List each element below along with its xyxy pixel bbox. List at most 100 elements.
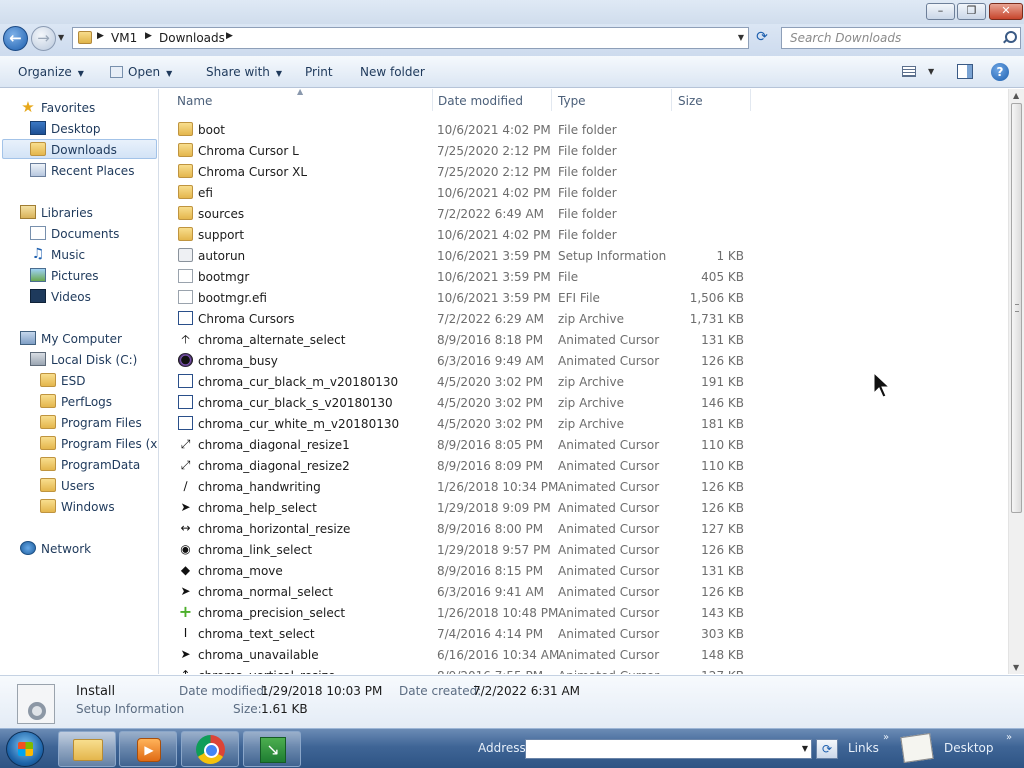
column-header-date-modified[interactable]: Date modified <box>438 94 523 108</box>
nav-esd[interactable]: ESD <box>40 371 155 391</box>
open-button[interactable]: Open ▼ <box>110 65 172 79</box>
breadcrumb-downloads[interactable]: Downloads <box>159 31 225 45</box>
file-row[interactable]: sources 7/2/2022 6:49 AM File folder <box>173 203 753 224</box>
breadcrumb-separator-icon[interactable]: ▶ <box>145 31 152 41</box>
taskbar-go-button[interactable]: ⟳ <box>816 739 838 759</box>
column-divider[interactable] <box>551 89 552 111</box>
nav-program-files-x86[interactable]: Program Files (x86 <box>40 434 158 454</box>
column-divider[interactable] <box>671 89 672 111</box>
chevron-double-right-icon[interactable]: » <box>1006 732 1012 743</box>
preview-pane-icon[interactable] <box>957 64 973 79</box>
file-row[interactable]: ∕ chroma_handwriting 1/26/2018 10:34 PM Ani… <box>173 476 753 497</box>
print-button[interactable]: Print <box>305 65 333 79</box>
file-row[interactable]: bootmgr 10/6/2021 3:59 PM File 405 KB <box>173 266 753 287</box>
taskbar-media-player-button[interactable]: ▶ <box>119 731 177 767</box>
nav-favorites[interactable]: ★ Favorites <box>20 98 150 118</box>
file-row[interactable]: Ichroma_text_select 7/4/2016 4:14 PM Anima… <box>173 623 753 644</box>
file-row[interactable]: support 10/6/2021 4:02 PM File folder <box>173 224 753 245</box>
new-folder-button[interactable]: New folder <box>360 65 425 79</box>
scroll-up-icon[interactable]: ▲ <box>1013 91 1019 100</box>
nav-program-files[interactable]: Program Files <box>40 413 155 433</box>
file-row[interactable]: ↕ chroma_vertical_resize 8/9/2016 7:55 PM A… <box>173 665 753 674</box>
view-dropdown-icon[interactable]: ▼ <box>928 67 934 76</box>
column-header-type[interactable]: Type <box>558 94 586 108</box>
taskbar-installer-button[interactable]: ↘ <box>243 731 301 767</box>
nav-recent-places[interactable]: Recent Places <box>30 161 155 181</box>
file-row[interactable]: Chroma Cursor XL 7/25/2020 2:12 PM File fo… <box>173 161 753 182</box>
file-row[interactable]: ◉ chroma_link_select 1/29/2018 9:57 PM Anim… <box>173 539 753 560</box>
nav-programdata[interactable]: ProgramData <box>40 455 155 475</box>
nav-network[interactable]: Network <box>20 539 150 559</box>
address-dropdown-icon[interactable]: ▼ <box>738 33 744 42</box>
file-row[interactable]: Chroma Cursors 7/2/2022 6:29 AM zip Archiv… <box>173 308 753 329</box>
file-row[interactable]: chroma_cur_black_m_v20180130 4/5/2020 3:0… <box>173 371 753 392</box>
history-dropdown-icon[interactable]: ▼ <box>58 33 64 42</box>
address-bar[interactable]: ▶ VM1 ▶ Downloads ▶ ▼ <box>72 27 749 49</box>
nav-windows[interactable]: Windows <box>40 497 155 517</box>
refresh-button[interactable]: ⟳ <box>752 29 772 47</box>
breadcrumb-separator-icon[interactable]: ▶ <box>97 31 104 41</box>
taskbar-links-toolbar[interactable]: Links <box>848 741 879 755</box>
file-row[interactable]: ➤ chroma_help_select 1/29/2018 9:09 PM Anim… <box>173 497 753 518</box>
file-row[interactable]: ⤢ chroma_diagonal_resize2 8/9/2016 8:09 PM… <box>173 455 753 476</box>
taskbar-desktop-toolbar[interactable]: Desktop <box>944 741 994 755</box>
nav-desktop[interactable]: Desktop <box>30 119 155 139</box>
file-name: chroma_handwriting <box>198 480 321 494</box>
taskbar-explorer-button[interactable] <box>58 731 116 767</box>
file-row[interactable]: ➤ chroma_normal_select 6/3/2016 9:41 AM Ani… <box>173 581 753 602</box>
column-header-name[interactable]: Name <box>177 94 212 108</box>
file-row[interactable]: 🡡 chroma_alternate_select 8/9/2016 8:18 PM… <box>173 329 753 350</box>
file-row[interactable]: bootmgr.efi 10/6/2021 3:59 PM EFI File 1,50… <box>173 287 753 308</box>
column-divider[interactable] <box>432 89 433 111</box>
file-row[interactable]: chroma_cur_black_s_v20180130 4/5/2020 3:0… <box>173 392 753 413</box>
back-button[interactable]: ← <box>3 26 28 51</box>
share-with-button[interactable]: Share with ▼ <box>206 65 282 79</box>
nav-users[interactable]: Users <box>40 476 155 496</box>
help-icon[interactable]: ? <box>991 63 1009 81</box>
file-row[interactable]: ◆ chroma_move 8/9/2016 8:15 PM Animated Cur… <box>173 560 753 581</box>
nav-my-computer[interactable]: My Computer <box>20 329 155 349</box>
vertical-scrollbar[interactable]: ▲ ▼ <box>1008 89 1024 674</box>
file-row[interactable]: ⤢ chroma_diagonal_resize1 8/9/2016 8:05 PM… <box>173 434 753 455</box>
search-input[interactable]: Search Downloads <box>781 27 1021 49</box>
column-divider[interactable] <box>750 89 751 111</box>
breadcrumb-vm1[interactable]: VM1 <box>111 31 137 45</box>
chevron-double-right-icon[interactable]: » <box>883 732 889 743</box>
file-row[interactable]: efi 10/6/2021 4:02 PM File folder <box>173 182 753 203</box>
file-row[interactable]: autorun 10/6/2021 3:59 PM Setup Informatio… <box>173 245 753 266</box>
organize-button[interactable]: Organize ▼ <box>18 65 84 79</box>
file-size: 126 KB <box>701 354 744 368</box>
scroll-thumb[interactable] <box>1011 103 1022 513</box>
chevron-down-icon[interactable]: ▼ <box>802 744 808 753</box>
change-view-icon[interactable] <box>902 66 916 77</box>
libraries-icon <box>20 205 36 219</box>
forward-button[interactable]: → <box>31 26 56 51</box>
nav-libraries[interactable]: Libraries <box>20 203 150 223</box>
minimize-button[interactable]: – <box>926 3 955 20</box>
file-row[interactable]: chroma_busy 6/3/2016 9:49 AM Animated Curs… <box>173 350 753 371</box>
taskbar-address-input[interactable]: ▼ <box>525 739 812 759</box>
maximize-button[interactable]: ❐ <box>957 3 986 20</box>
breadcrumb-separator-icon[interactable]: ▶ <box>226 31 233 41</box>
file-row[interactable]: ↔ chroma_horizontal_resize 8/9/2016 8:00 P… <box>173 518 753 539</box>
file-row[interactable]: boot 10/6/2021 4:02 PM File folder <box>173 119 753 140</box>
nav-pictures[interactable]: Pictures <box>30 266 155 286</box>
nav-local-disk[interactable]: Local Disk (C:) <box>30 350 155 370</box>
file-row[interactable]: Chroma Cursor L 7/25/2020 2:12 PM File fol… <box>173 140 753 161</box>
search-icon[interactable] <box>1003 31 1017 43</box>
file-row[interactable]: chroma_cur_white_m_v20180130 4/5/2020 3:0… <box>173 413 753 434</box>
close-button[interactable]: ✕ <box>989 3 1023 20</box>
nav-programdata-label: ProgramData <box>61 458 141 472</box>
nav-documents[interactable]: Documents <box>30 224 155 244</box>
nav-videos[interactable]: Videos <box>30 287 155 307</box>
nav-downloads[interactable]: Downloads <box>2 139 157 159</box>
taskbar-chrome-button[interactable] <box>181 731 239 767</box>
scroll-down-icon[interactable]: ▼ <box>1013 663 1019 672</box>
file-row[interactable]: + chroma_precision_select 1/26/2018 10:48 … <box>173 602 753 623</box>
file-name: chroma_precision_select <box>198 606 346 620</box>
nav-music[interactable]: ♫ Music <box>30 245 155 265</box>
file-row[interactable]: ➤ chroma_unavailable 6/16/2016 10:34 AM Ani… <box>173 644 753 665</box>
column-header-size[interactable]: Size <box>678 94 703 108</box>
start-button[interactable] <box>6 731 44 767</box>
nav-perflogs[interactable]: PerfLogs <box>40 392 155 412</box>
